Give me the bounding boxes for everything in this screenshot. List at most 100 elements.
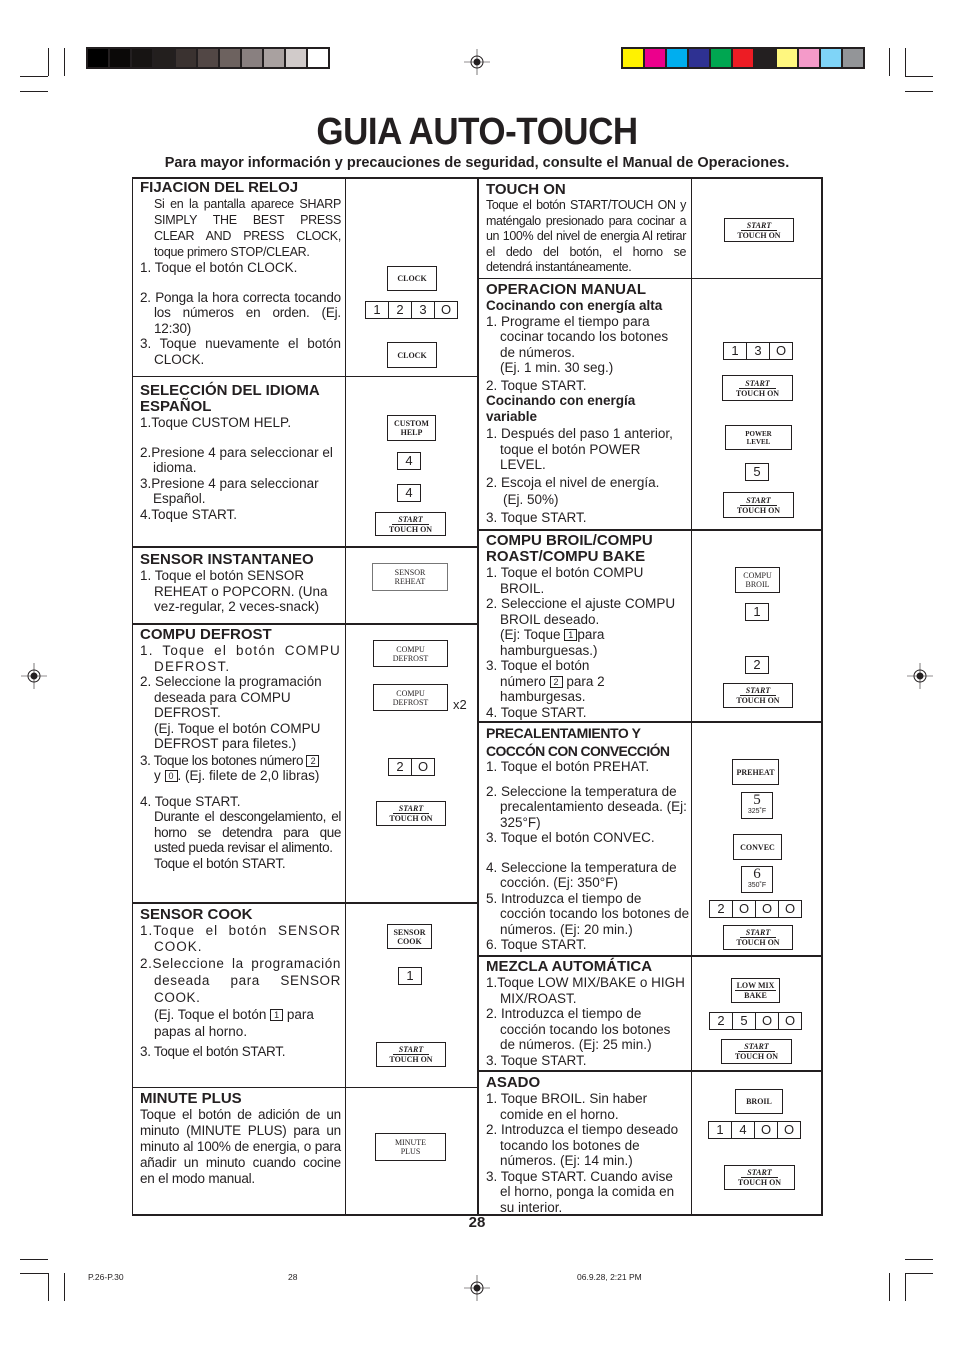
step-text: (Ej. Toque el botón [154, 1007, 267, 1022]
start-touch-on-key[interactable]: START TOUCH ON [376, 1042, 446, 1067]
sensor-reheat-key[interactable]: SENSOR REHEAT [372, 563, 448, 591]
row-divider [132, 376, 478, 377]
step: 1. Toque el botón COMPU DEFROST. [140, 643, 341, 674]
row-divider [132, 546, 478, 548]
compu-defrost-key[interactable]: COMPU DEFROST [373, 684, 448, 711]
start-touch-on-key[interactable]: START TOUCH ON [723, 683, 793, 708]
digit-key[interactable]: O [778, 900, 802, 918]
digit-key[interactable]: 2 [388, 301, 412, 319]
low-mix-bake-key[interactable]: LOW MIX BAKE [731, 978, 780, 1003]
clock-key[interactable]: CLOCK [387, 342, 437, 368]
digit-keys: 1 4 O O [708, 1121, 801, 1139]
page-subtitle: Para mayor información y precauciones de… [164, 155, 790, 171]
digit-key[interactable]: 3 [411, 301, 435, 319]
digit-key[interactable]: O [755, 900, 779, 918]
step: 3. Toque los botones número 2 [140, 753, 341, 769]
section-sensor-cook: SENSOR COOK 1.Toque el botón SENSOR COOK… [140, 907, 341, 1060]
power-level-key[interactable]: POWER LEVEL [725, 425, 792, 450]
convec-key[interactable]: CONVEC [733, 834, 782, 860]
digit-key[interactable]: 2 [745, 656, 769, 674]
clock-key[interactable]: CLOCK [387, 266, 437, 291]
digit-key[interactable]: O [769, 342, 793, 360]
temperature-key[interactable]: 5 325˚F [741, 792, 773, 819]
preheat-key[interactable]: PREHEAT [732, 759, 779, 785]
start-touch-on-key[interactable]: START TOUCH ON [376, 801, 446, 826]
grayscale-calibration-bar [86, 47, 330, 69]
key-label: DEFROST [392, 653, 429, 663]
digit-key[interactable]: O [754, 1121, 778, 1139]
key-label: MINUTE [394, 1138, 427, 1147]
key-label: TOUCH ON [734, 1052, 779, 1061]
digit-keys: 1 [398, 967, 422, 985]
step: y 0. (Ej. filete de 2,0 libras) [140, 768, 341, 784]
crop-mark [905, 1273, 906, 1301]
sensor-cook-key[interactable]: SENSOR COOK [387, 924, 432, 949]
section-title: MEZCLA AUTOMÁTICA [486, 958, 653, 975]
custom-help-key[interactable]: CUSTOM HELP [387, 415, 436, 441]
swatch [821, 49, 841, 67]
key-sublabel: 325˚F [747, 808, 767, 815]
inline-digit-key: 1 [564, 629, 578, 642]
step: 1. Programe el tiempo para cocinar tocan… [486, 313, 669, 360]
compu-defrost-key[interactable]: COMPU DEFROST [373, 640, 448, 667]
registration-mark-icon [907, 663, 933, 689]
broil-key[interactable]: BROIL [735, 1089, 783, 1114]
key-label: START [739, 686, 777, 696]
section-title: MINUTE PLUS [140, 1090, 242, 1107]
digit-key[interactable]: 2 [388, 758, 412, 776]
start-touch-on-key[interactable]: START TOUCH ON [723, 925, 793, 950]
digit-key[interactable]: 1 [365, 301, 389, 319]
digit-key[interactable]: 2 [709, 1012, 733, 1030]
key-label: 6 [753, 866, 761, 882]
swatch [667, 49, 687, 67]
start-touch-on-key[interactable]: START TOUCH ON [723, 492, 794, 518]
start-touch-on-key[interactable]: START TOUCH ON [724, 1165, 795, 1190]
swatch [286, 49, 306, 67]
page-number: 28 [468, 1214, 486, 1231]
start-touch-on-key[interactable]: START TOUCH ON [375, 512, 446, 536]
digit-key[interactable]: O [778, 1012, 802, 1030]
digit-key[interactable]: 1 [723, 342, 747, 360]
digit-key[interactable]: 1 [745, 603, 769, 621]
step: 2. Seleccione el ajuste COMPU BROIL dese… [486, 596, 676, 627]
digit-key[interactable]: O [732, 900, 756, 918]
swatch [755, 49, 775, 67]
digit-key[interactable]: 2 [709, 900, 733, 918]
digit-key[interactable]: O [777, 1121, 801, 1139]
digit-key[interactable]: O [411, 758, 435, 776]
digit-key[interactable]: 1 [708, 1121, 732, 1139]
step: 1. Toque el botón PREHAT. [486, 759, 650, 774]
step: 6. Toque START. [486, 937, 587, 952]
compu-broil-key[interactable]: COMPU BROIL [735, 567, 780, 593]
swatch [777, 49, 797, 67]
step: 1.Toque LOW MIX/BAKE o HIGH MIX/ROAST. [486, 975, 685, 1006]
crop-mark [905, 1273, 933, 1274]
digit-key[interactable]: O [755, 1012, 779, 1030]
start-touch-on-key[interactable]: START TOUCH ON [721, 1039, 792, 1064]
step: 2. Seleccione la programación deseada pa… [140, 674, 322, 720]
key-label: 5 [753, 792, 761, 808]
minute-plus-key[interactable]: MINUTE PLUS [375, 1133, 446, 1161]
digit-key[interactable]: 4 [397, 452, 421, 470]
key-label: TOUCH ON [389, 814, 433, 823]
crop-mark [905, 1259, 933, 1260]
temperature-key[interactable]: 6 350˚F [741, 866, 773, 893]
swatch [689, 49, 709, 67]
inline-digit-key: 1 [270, 1009, 284, 1022]
digit-key[interactable]: 5 [745, 463, 769, 481]
step: 5. Introduzca el tiempo de cocción tocan… [486, 890, 690, 937]
swatch [132, 49, 152, 67]
key-label: TOUCH ON [737, 1178, 782, 1187]
digit-key[interactable]: 1 [398, 967, 422, 985]
digit-key[interactable]: O [434, 301, 458, 319]
digit-key[interactable]: 4 [731, 1121, 755, 1139]
digit-key[interactable]: 3 [746, 342, 770, 360]
step: 3. Toque el botón CONVEC. [486, 830, 655, 845]
start-touch-on-key[interactable]: START TOUCH ON [722, 375, 793, 401]
digit-key[interactable]: 5 [732, 1012, 756, 1030]
step: 2.Seleccione la programación deseada par… [140, 956, 341, 1005]
step: 1.Toque CUSTOM HELP. [140, 415, 292, 430]
start-touch-on-key[interactable]: START TOUCH ON [724, 218, 794, 242]
digit-key[interactable]: 4 [397, 484, 421, 502]
row-divider [478, 721, 823, 723]
